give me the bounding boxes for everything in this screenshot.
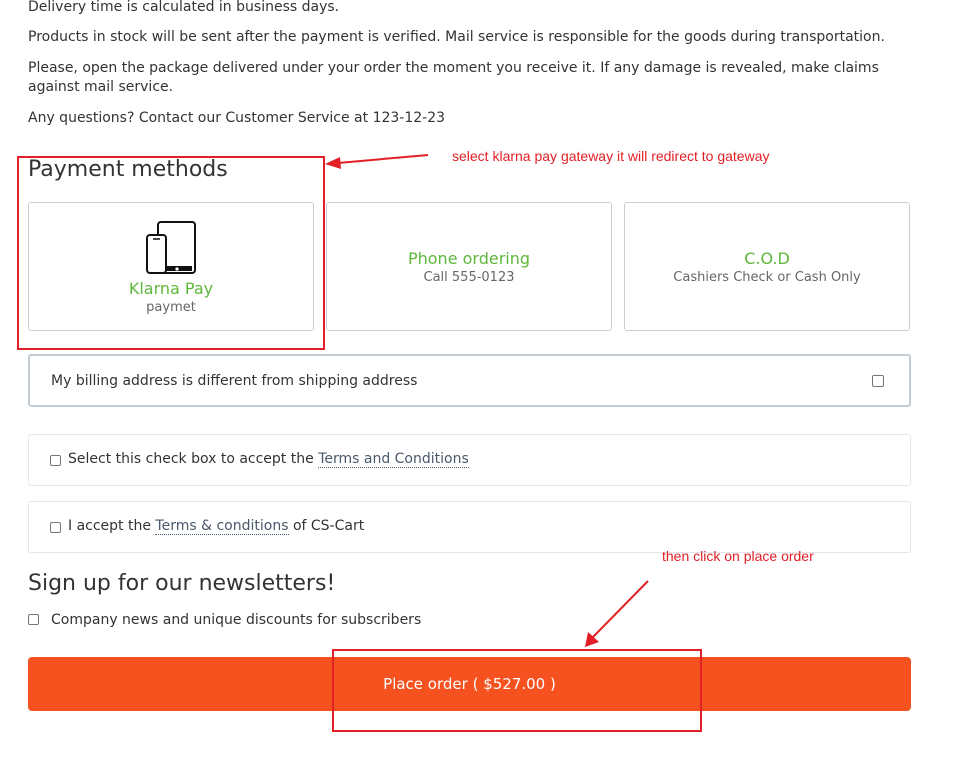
arrow-line <box>337 154 429 164</box>
payment-annotation-text: select klarna pay gateway it will redire… <box>452 148 770 164</box>
arrow-line <box>592 580 649 638</box>
arrow-head <box>325 157 341 169</box>
order-annotation-text: then click on place order <box>662 548 814 564</box>
annotation-arrows <box>325 154 649 647</box>
